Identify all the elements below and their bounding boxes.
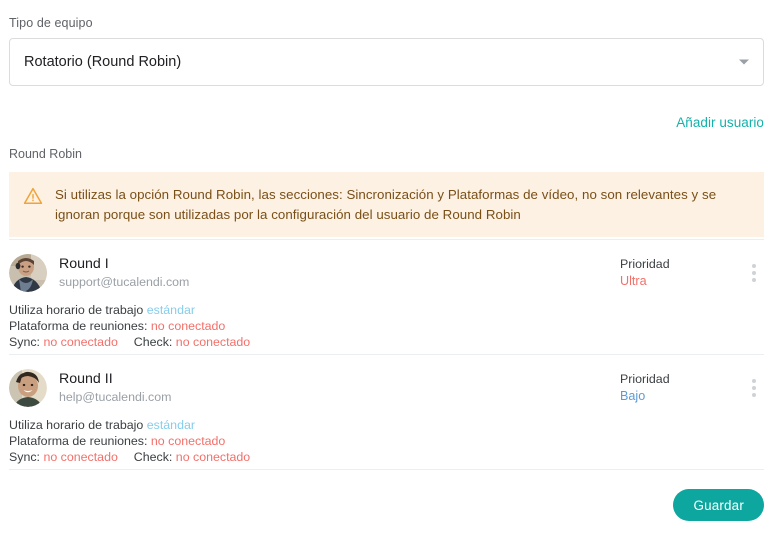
sync-label: Sync:	[9, 335, 40, 350]
priority-label: Prioridad	[620, 372, 670, 386]
user-email: help@tucalendi.com	[59, 390, 172, 404]
kebab-menu-icon[interactable]	[744, 376, 764, 400]
user-header: Round II help@tucalendi.com Prioridad Ba…	[9, 369, 764, 407]
check-label: Check:	[133, 450, 173, 465]
user-meta: Utiliza horario de trabajo estándar Plat…	[9, 302, 764, 351]
warning-text: Si utilizas la opción Round Robin, las s…	[55, 187, 717, 222]
sync-value: no conectado	[43, 335, 118, 350]
add-user-link[interactable]: Añadir usuario	[676, 115, 764, 130]
sync-label: Sync:	[9, 450, 40, 465]
priority-block: Prioridad Ultra	[620, 256, 730, 290]
sync-check-row: Sync: no conectado Check: no conectado	[9, 450, 764, 466]
user-header: Round I support@tucalendi.com Prioridad …	[9, 254, 764, 292]
divider-bottom	[9, 469, 764, 470]
divider-between-users	[9, 354, 764, 355]
working-hours-row: Utiliza horario de trabajo estándar	[9, 417, 764, 433]
divider-top	[9, 239, 764, 240]
user-identity: Round II help@tucalendi.com	[59, 371, 171, 405]
meeting-platform-row: Plataforma de reuniones: no conectado	[9, 433, 764, 449]
working-hours-label: Utiliza horario de trabajo	[9, 302, 144, 317]
sync-value: no conectado	[43, 450, 118, 465]
add-user-row: Añadir usuario	[676, 114, 764, 132]
table-row: Round I support@tucalendi.com Prioridad …	[9, 254, 764, 351]
avatar	[9, 369, 47, 407]
save-button[interactable]: Guardar	[673, 489, 764, 521]
check-label: Check:	[133, 335, 173, 350]
check-value: no conectado	[175, 450, 251, 465]
meeting-platform-label: Plataforma de reuniones:	[9, 433, 148, 448]
priority-value: Bajo	[620, 389, 646, 403]
working-hours-value[interactable]: estándar	[147, 303, 195, 317]
user-email: support@tucalendi.com	[59, 275, 190, 289]
meeting-platform-row: Plataforma de reuniones: no conectado	[9, 318, 764, 334]
sync-check-row: Sync: no conectado Check: no conectado	[9, 335, 764, 351]
priority-value: Ultra	[620, 274, 647, 288]
kebab-menu-icon[interactable]	[744, 261, 764, 285]
chevron-down-icon	[739, 59, 749, 65]
table-row: Round II help@tucalendi.com Prioridad Ba…	[9, 369, 764, 466]
user-name: Round II	[59, 371, 113, 387]
meeting-platform-label: Plataforma de reuniones:	[9, 318, 148, 333]
priority-block: Prioridad Bajo	[620, 371, 730, 405]
working-hours-label: Utiliza horario de trabajo	[9, 417, 144, 432]
user-identity: Round I support@tucalendi.com	[59, 256, 189, 290]
check-value: no conectado	[175, 335, 251, 350]
save-row: Guardar	[673, 489, 764, 521]
working-hours-row: Utiliza horario de trabajo estándar	[9, 302, 764, 318]
round-robin-section-label: Round Robin	[9, 147, 82, 161]
avatar	[9, 254, 47, 292]
meeting-platform-value: no conectado	[150, 318, 226, 333]
team-settings-panel: Tipo de equipo Rotatorio (Round Robin) A…	[0, 0, 773, 534]
priority-label: Prioridad	[620, 257, 670, 271]
warning-triangle-icon	[23, 186, 43, 206]
team-type-selected-value: Rotatorio (Round Robin)	[24, 54, 182, 70]
user-name: Round I	[59, 256, 109, 272]
user-meta: Utiliza horario de trabajo estándar Plat…	[9, 417, 764, 466]
working-hours-value[interactable]: estándar	[147, 418, 195, 432]
round-robin-warning-banner: Si utilizas la opción Round Robin, las s…	[9, 172, 764, 237]
meeting-platform-value: no conectado	[150, 433, 226, 448]
team-type-select[interactable]: Rotatorio (Round Robin)	[9, 38, 764, 86]
team-type-label: Tipo de equipo	[9, 16, 93, 30]
team-type-field: Tipo de equipo Rotatorio (Round Robin)	[9, 16, 764, 86]
